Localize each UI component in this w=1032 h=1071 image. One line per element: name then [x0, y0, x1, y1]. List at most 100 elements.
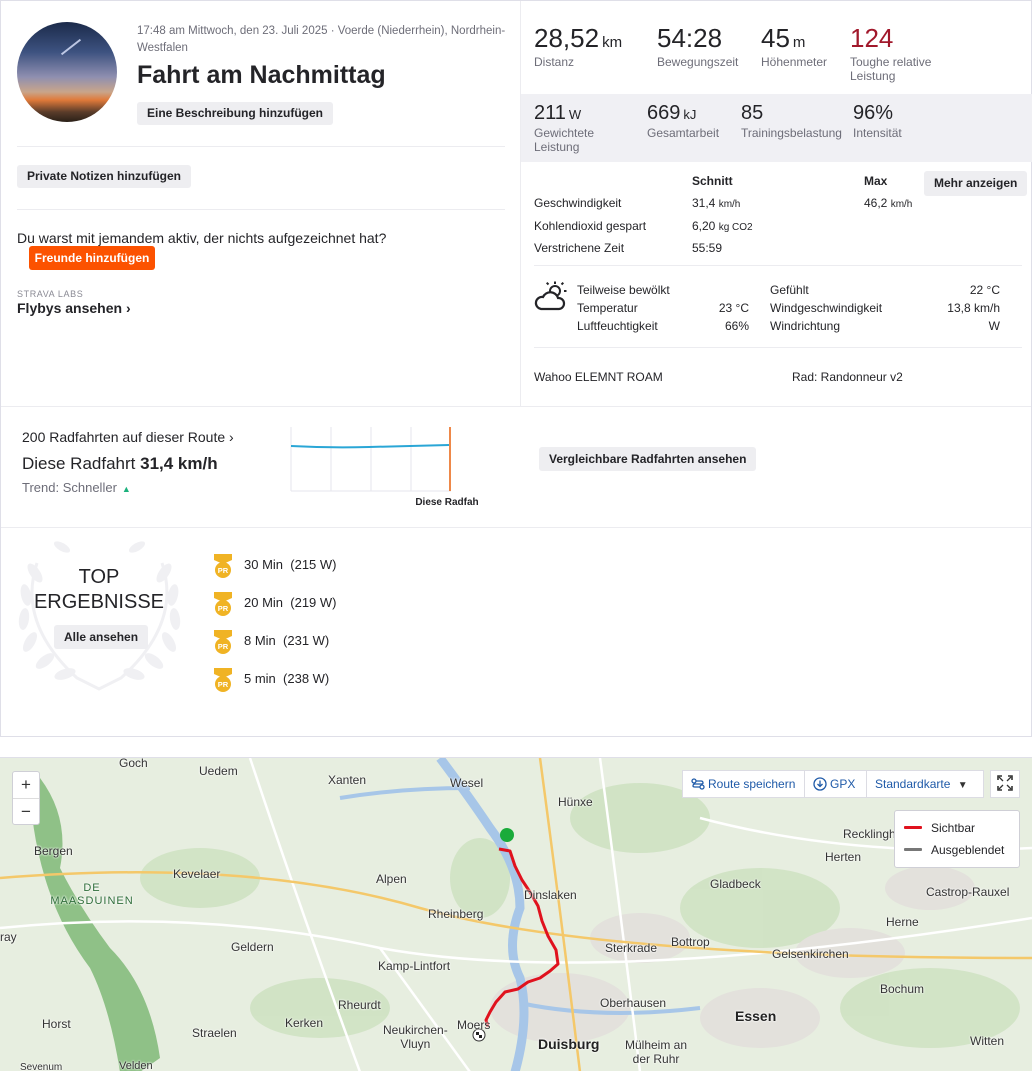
activity-card: 17:48 am Mittwoch, den 23. Juli 2025 · V… — [0, 0, 1032, 737]
bike-name[interactable]: Rad: Randonneur v2 — [792, 370, 903, 384]
map-place-label-multiline: Neukirchen- Vluyn — [383, 1023, 448, 1051]
stat-unit: kJ — [683, 107, 697, 122]
map-place-label: Sterkrade — [605, 941, 658, 955]
zoom-out-button[interactable]: − — [13, 799, 39, 825]
map-place-label: Bergen — [34, 844, 73, 858]
stat-value: 85 — [741, 102, 764, 124]
map-place-label: Rheurdt — [338, 998, 381, 1012]
map-place-label: Xanten — [328, 773, 367, 787]
stat-label: Toughe relative Leistung — [850, 55, 932, 83]
see-all-results-button[interactable]: Alle ansehen — [54, 625, 149, 649]
pr-badge-text: PR — [218, 680, 229, 689]
route-trend: Trend: Schneller ▲ — [22, 480, 131, 495]
route-efforts-label: 200 Radfahrten auf dieser Route — [22, 429, 226, 445]
route-start-marker — [500, 828, 514, 842]
add-private-notes-button[interactable]: Private Notizen hinzufügen — [17, 165, 192, 188]
legend-visible-label: Sichtbar — [931, 821, 976, 835]
row-max: 46,2 km/h — [864, 196, 912, 210]
map-place-label: Rheinberg — [428, 907, 484, 921]
temp-value: 23 °C — [691, 301, 749, 315]
stat-elevation: 45 m Höhenmeter — [761, 23, 827, 69]
column-divider — [520, 1, 521, 407]
flybys-label: Flybys ansehen — [17, 300, 123, 316]
row-max-unit: km/h — [890, 199, 913, 210]
map-place-label: Sevenum — [20, 1062, 63, 1071]
divider — [17, 209, 505, 210]
map-place-label-line: Vluyn — [400, 1037, 431, 1051]
feels-label: Gefühlt — [770, 283, 809, 297]
legend-hidden-label: Ausgeblendet — [931, 843, 1005, 857]
with-someone-question: Du warst mit jemandem aktiv, der nichts … — [17, 230, 387, 246]
map-type-select[interactable]: Standardkarte ▼ — [866, 770, 984, 798]
map-place-label-line: Mülheim an — [625, 1038, 688, 1052]
stat-label: Gewichtete Leistung — [534, 126, 595, 154]
map-place-label: Gelsenkirchen — [772, 947, 849, 961]
map-place-label: Horst — [42, 1017, 71, 1031]
wind-dir-value: W — [988, 319, 1000, 333]
route-trend-label: Trend: Schneller — [22, 480, 117, 495]
route-icon — [691, 778, 705, 790]
compare-rides-button[interactable]: Vergleichbare Radfahrten ansehen — [539, 447, 757, 471]
activity-photo[interactable] — [17, 22, 117, 122]
stat-value: 28,52 — [534, 23, 600, 53]
fullscreen-button[interactable] — [990, 770, 1020, 798]
route-current-speed: Diese Radfahrt 31,4 km/h — [22, 454, 218, 474]
map-place-label: Geldern — [231, 940, 274, 954]
zoom-in-button[interactable]: + — [13, 772, 39, 798]
trend-up-icon: ▲ — [121, 484, 131, 494]
stat-value: 96% — [853, 102, 894, 124]
stat-unit: km — [602, 34, 623, 51]
zoom-control: + − — [12, 771, 40, 825]
stat-intensity: 96% Intensität — [853, 102, 902, 140]
activity-title[interactable]: Fahrt am Nachmittag — [137, 61, 386, 90]
map-place-label: Kamp-Lintfort — [378, 959, 451, 973]
divider — [534, 347, 1022, 348]
feels-unit: °C — [986, 283, 1000, 297]
header-max: Max — [864, 174, 888, 188]
chevron-right-icon: › — [125, 300, 131, 316]
add-friends-button[interactable]: Freunde hinzufügen — [29, 246, 155, 270]
row-label: Geschwindigkeit — [534, 196, 622, 210]
map-place-label: Recklingh — [843, 827, 896, 841]
gpx-download-button[interactable]: GPX — [804, 770, 867, 798]
route-map[interactable]: Goch Uedem Xanten Wesel Hünxe Bergen DE … — [0, 757, 1032, 1071]
row-avg: 31,4 km/h — [692, 196, 740, 210]
row-avg-value: 31,4 — [692, 196, 716, 210]
map-place-label: Kevelaer — [173, 867, 221, 881]
row-max-value: 46,2 — [864, 196, 888, 210]
pr-power: (231 W) — [283, 633, 330, 648]
activity-meta: 17:48 am Mittwoch, den 23. Juli 2025 · V… — [137, 25, 506, 54]
row-label: Kohlendioxid gespart — [534, 219, 647, 233]
map-place-label: Herten — [825, 850, 862, 864]
feels-number: 22 — [969, 283, 984, 297]
row-avg: 55:59 — [692, 241, 722, 255]
flybys-link[interactable]: Flybys ansehen › — [17, 300, 131, 316]
map-place-label: Bottrop — [671, 935, 710, 949]
stat-relative-effort[interactable]: 124 Toughe relative Leistung — [850, 23, 960, 83]
map-park-label-line: DE — [83, 882, 101, 894]
show-more-button[interactable]: Mehr anzeigen — [924, 171, 1028, 196]
pr-power: (215 W) — [290, 557, 337, 572]
route-efforts-link[interactable]: 200 Radfahrten auf dieser Route › — [22, 429, 234, 445]
add-description-button[interactable]: Eine Beschreibung hinzufügen — [137, 102, 334, 125]
map-place-label-line: der Ruhr — [632, 1052, 680, 1066]
humidity-label: Luftfeuchtigkeit — [577, 319, 658, 333]
pr-medal-icon: PR — [214, 592, 232, 616]
stat-value: 669 — [647, 102, 681, 124]
stat-label: Trainingsbelastung — [741, 126, 842, 140]
partly-cloudy-icon — [534, 281, 567, 311]
map-place-label: Bochum — [880, 982, 925, 996]
map-type-label: Standardkarte — [875, 777, 951, 791]
pr-medal-icon: PR — [214, 668, 232, 692]
wind-speed-label: Windgeschwindigkeit — [770, 301, 883, 315]
map-place-label: ray — [0, 930, 17, 944]
legend-visible-swatch — [904, 826, 922, 829]
top-results-line2: ERGEBNISSE — [33, 591, 165, 613]
feels-value: 22 °C — [931, 283, 1000, 297]
map-park-label: DE MAASDUINEN — [44, 882, 140, 908]
stat-distance: 28,52 km Distanz — [534, 23, 622, 69]
map-place-label: Wesel — [450, 776, 484, 790]
map-legend: Sichtbar Ausgeblendet — [894, 810, 1020, 868]
map-place-label-line: Neukirchen- — [383, 1023, 448, 1037]
save-route-button[interactable]: Route speichern — [682, 770, 805, 798]
